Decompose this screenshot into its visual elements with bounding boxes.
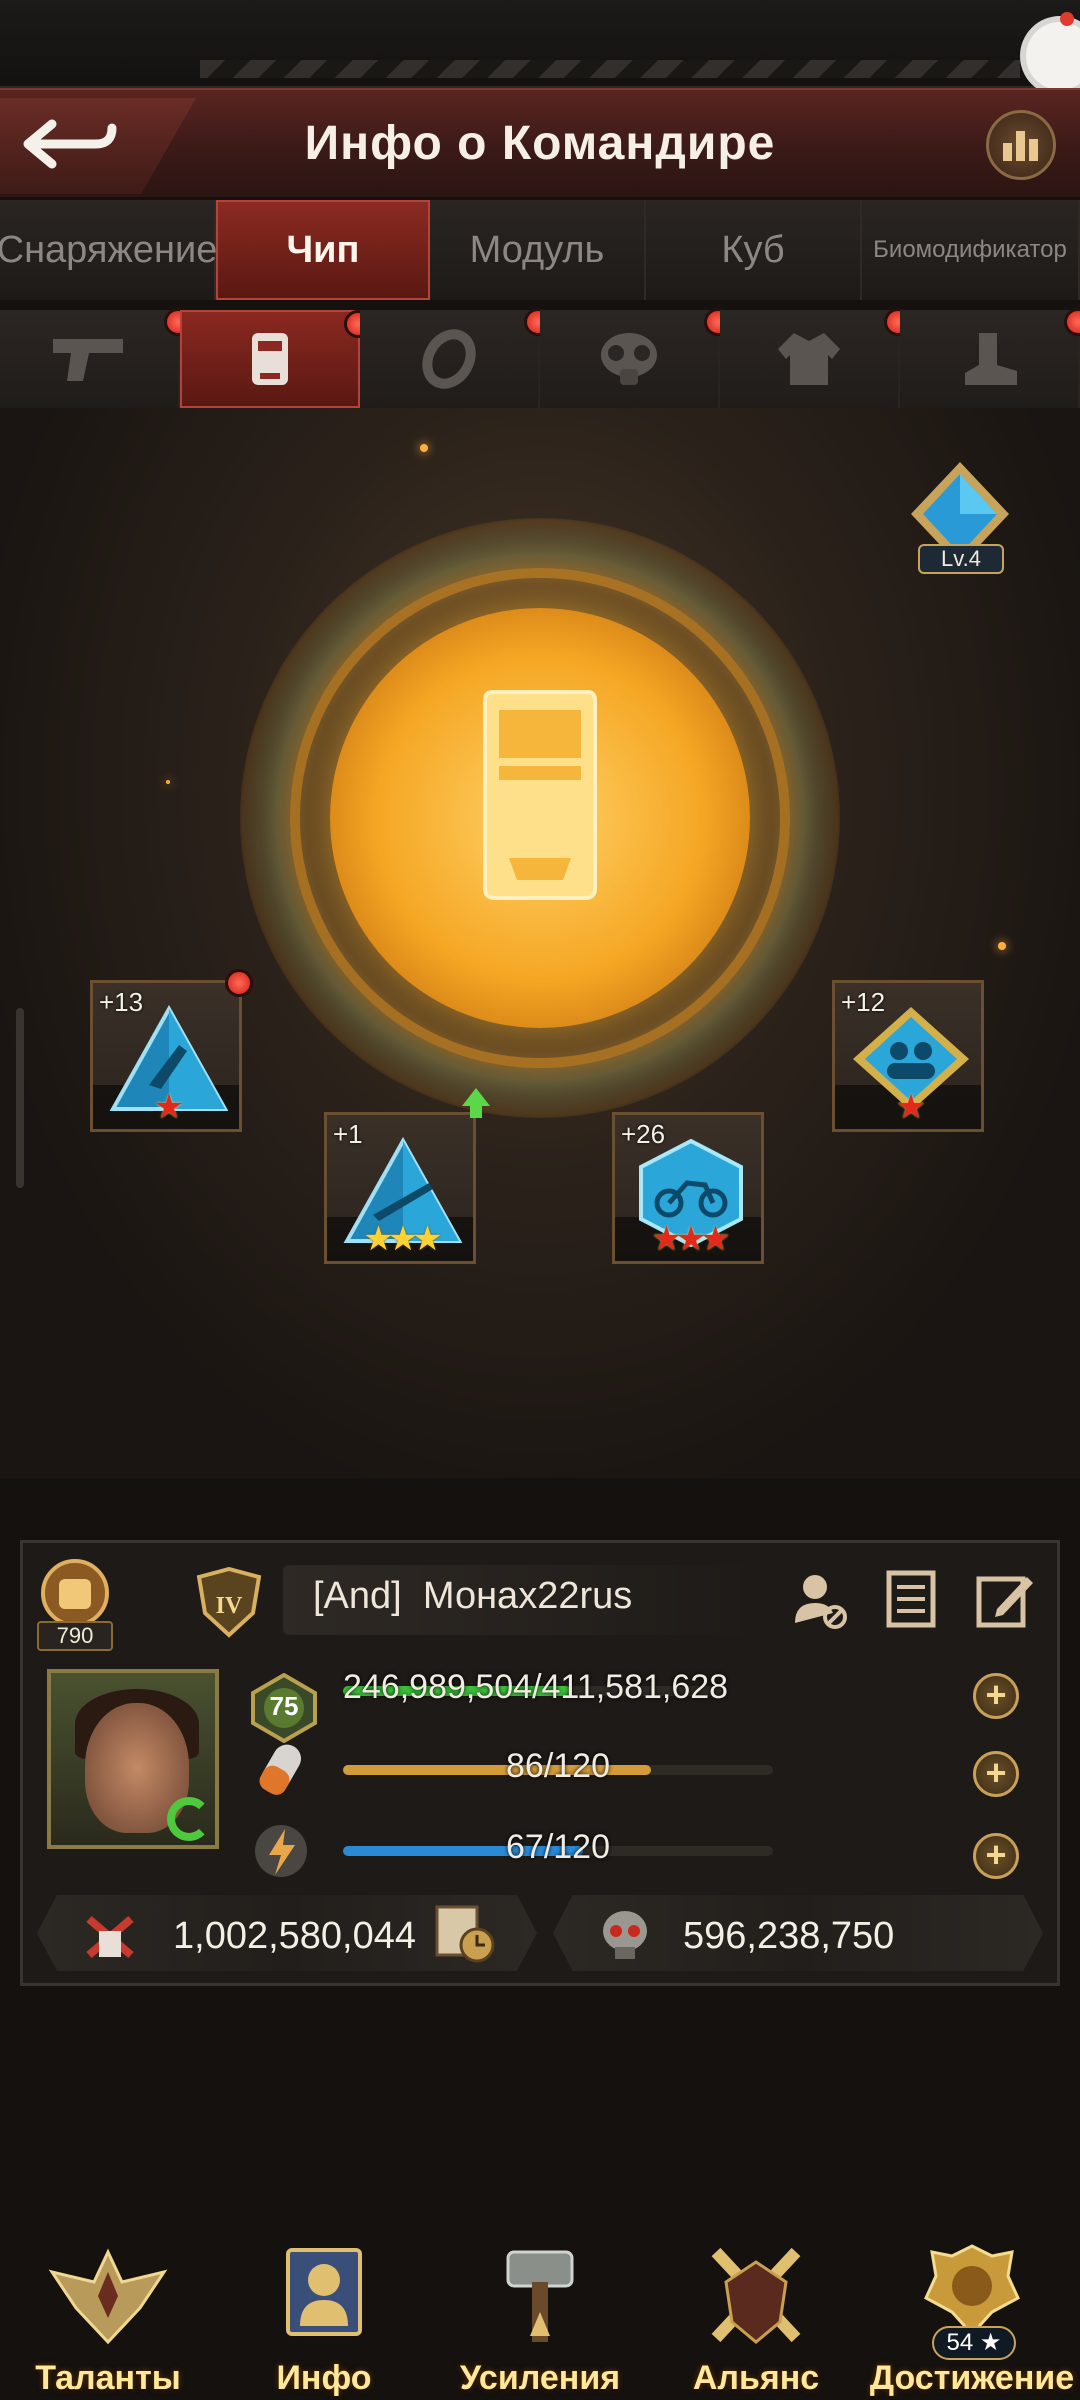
- commander-avatar[interactable]: [47, 1669, 219, 1849]
- power-value: 790: [37, 1621, 113, 1651]
- commander-level: 75: [269, 1691, 299, 1721]
- rank-badge-icon[interactable]: IV: [193, 1567, 265, 1639]
- stats-button[interactable]: [986, 110, 1056, 180]
- chip-stars: ★: [153, 1088, 185, 1126]
- chip-level: +1: [333, 1119, 363, 1149]
- main-tabs: Снаряжение Чип Модуль Куб Биомодификатор: [0, 200, 1080, 300]
- edit-pencil-icon: [976, 1576, 1033, 1628]
- kills-value: 1,002,580,044: [173, 1915, 417, 1957]
- chip-slot-4[interactable]: +12 ★: [832, 980, 984, 1132]
- tab-equipment[interactable]: Снаряжение: [0, 200, 218, 300]
- corner-notification-dot: [1060, 12, 1074, 26]
- chip-core-button[interactable]: [330, 608, 750, 1028]
- nav-label: Альянс: [692, 2359, 820, 2397]
- add-energy-button[interactable]: +: [973, 1833, 1019, 1879]
- stamina-text: 86/120: [506, 1747, 610, 1785]
- header: Инфо о Командире: [0, 88, 1080, 200]
- document-icon: [886, 1570, 936, 1628]
- exp-text: 246,989,504/411,581,628: [343, 1668, 729, 1706]
- chip-stage: Lv.4 +13 ★ +1 ★★★ +26 ★★★ +12 ★: [0, 408, 1080, 1478]
- nav-alliance[interactable]: Альянс: [648, 2240, 864, 2400]
- page-title: Инфо о Командире: [304, 117, 776, 170]
- chip-armor-icon: [252, 333, 288, 385]
- chip-level: +13: [99, 987, 144, 1017]
- crossed-swords-icon: [711, 2247, 801, 2344]
- notification-dot: [1064, 308, 1080, 336]
- tab-chip[interactable]: Чип: [216, 200, 430, 300]
- scroll-indicator: [16, 1008, 24, 1188]
- nav-label: Достижение: [869, 2359, 1075, 2397]
- chip-stars: ★★★: [651, 1220, 730, 1258]
- add-exp-button[interactable]: +: [973, 1673, 1019, 1719]
- tab-module[interactable]: Модуль: [430, 200, 646, 300]
- tab-label: Биомодификатор: [873, 236, 1067, 263]
- upgrade-arrow-icon: [462, 1088, 490, 1118]
- energy-bolt-icon: [255, 1825, 307, 1877]
- nav-info[interactable]: Инфо: [216, 2240, 432, 2400]
- zombie-kills-value: 596,238,750: [683, 1915, 895, 1957]
- svg-text:IV: IV: [216, 1593, 243, 1619]
- energy-text: 67/120: [506, 1828, 610, 1866]
- gas-mask-icon: [601, 333, 657, 385]
- eq-tab-ring[interactable]: [360, 308, 552, 408]
- pistol-icon: [53, 339, 123, 381]
- tab-label: Чип: [286, 228, 360, 271]
- eagle-wings-icon: [48, 2248, 168, 2345]
- add-stamina-button[interactable]: +: [973, 1751, 1019, 1797]
- nav-label: Таланты: [35, 2359, 181, 2397]
- nav-achievement[interactable]: 54 ★ Достижение: [864, 2240, 1080, 2400]
- spark: [166, 780, 170, 784]
- user-block-icon: [795, 1575, 847, 1629]
- chip-slot-1[interactable]: +13 ★: [90, 969, 253, 1132]
- boot-icon: [965, 333, 1017, 385]
- nav-label: Усиления: [459, 2359, 621, 2397]
- commander-name: [And] Монах22rus: [313, 1575, 632, 1618]
- spark: [998, 942, 1006, 950]
- tab-label: Снаряжение: [0, 228, 218, 271]
- tab-label: Куб: [721, 228, 785, 271]
- zombie-skull-icon: [603, 1911, 647, 1959]
- notification-dot: [225, 969, 253, 997]
- chip-stars: ★★★: [363, 1220, 442, 1258]
- bar-chart-icon: [1003, 131, 1038, 161]
- alliance-tag: [And]: [313, 1575, 402, 1617]
- chip-slot-3[interactable]: +26 ★★★: [612, 1112, 764, 1264]
- status-strip: [0, 0, 1080, 88]
- stamina-pill-icon: [259, 1744, 301, 1795]
- chip-level: +26: [621, 1119, 666, 1149]
- chip-core-icon: [483, 690, 597, 900]
- player-name: Монах22rus: [422, 1575, 633, 1617]
- jacket-icon: [778, 333, 840, 385]
- spark: [420, 444, 428, 452]
- bottom-nav: Таланты Инфо Усиления Альянс 54 ★ Достиж…: [0, 2240, 1080, 2400]
- ring-icon: [422, 329, 476, 389]
- eq-tab-boots[interactable]: [900, 308, 1080, 408]
- edit-button[interactable]: [973, 1567, 1037, 1631]
- eq-tab-mask[interactable]: [540, 308, 732, 408]
- nav-boosts[interactable]: Усиления: [432, 2240, 648, 2400]
- commander-info-icon: [286, 2248, 362, 2336]
- chip-stars: ★: [895, 1088, 927, 1126]
- tab-cube[interactable]: Куб: [646, 200, 862, 300]
- block-user-button[interactable]: [787, 1567, 851, 1631]
- achievement-count-badge: 54 ★: [932, 2326, 1016, 2360]
- nav-label: Инфо: [276, 2359, 372, 2397]
- equipment-tabs: [0, 308, 1080, 408]
- commander-panel: 790 IV [And] Монах22rus 75 246,989,504/4…: [20, 1540, 1060, 1986]
- details-button[interactable]: [881, 1567, 945, 1631]
- eq-tab-weapon[interactable]: [0, 308, 192, 408]
- eq-tab-chip[interactable]: [180, 310, 372, 408]
- hazard-stripe: [200, 60, 1020, 78]
- kill-history-icon[interactable]: [433, 1901, 497, 1965]
- chip-slot-2[interactable]: +1 ★★★: [324, 1112, 476, 1264]
- crossed-guns-icon: [86, 1915, 134, 1959]
- core-level-label: Lv.4: [918, 544, 1004, 574]
- tab-label: Модуль: [469, 228, 605, 271]
- tab-biomodifier[interactable]: Биомодификатор: [862, 200, 1080, 300]
- refresh-avatar-icon[interactable]: [167, 1797, 211, 1841]
- nav-talents[interactable]: Таланты: [0, 2240, 216, 2400]
- eq-tab-jacket[interactable]: [720, 308, 912, 408]
- hammer-icon: [506, 2250, 574, 2342]
- chip-level: +12: [841, 987, 886, 1017]
